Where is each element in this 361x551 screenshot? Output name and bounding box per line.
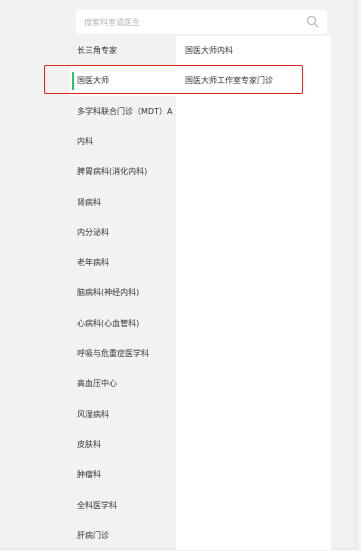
department-item[interactable]: 国医大师 — [70, 66, 176, 97]
department-item[interactable]: 肝病门诊 — [70, 521, 176, 551]
department-item[interactable]: 风湿病科 — [70, 400, 176, 430]
department-label: 肝病门诊 — [77, 530, 109, 540]
department-label: 脾胃病科(消化内科) — [77, 167, 148, 177]
department-label: 国医大师 — [77, 76, 109, 86]
sub-department-item[interactable]: 国医大师内科 — [185, 36, 233, 66]
department-item[interactable]: 呼吸与危重症医学科 — [70, 339, 176, 369]
department-label: 内分泌科 — [77, 227, 109, 237]
department-label: 风湿病科 — [77, 409, 109, 419]
department-label: 长三角专家 — [77, 46, 117, 55]
department-item[interactable]: 长三角专家 — [70, 36, 176, 66]
sub-department-panel: 国医大师内科 国医大师工作室专家门诊 — [176, 36, 331, 550]
department-item[interactable]: 肿瘤科 — [70, 460, 176, 490]
department-label: 高血压中心 — [77, 379, 117, 389]
department-label: 肿瘤科 — [77, 470, 101, 480]
sub-department-item[interactable]: 国医大师工作室专家门诊 — [185, 66, 273, 96]
department-item[interactable]: 脾胃病科(消化内科) — [70, 157, 176, 187]
department-item[interactable]: 心病科(心血管科) — [70, 309, 176, 339]
search-icon[interactable] — [306, 15, 319, 28]
department-label: 老年病科 — [77, 258, 109, 268]
department-item[interactable]: 内分泌科 — [70, 218, 176, 248]
department-label: 肾病科 — [77, 197, 101, 207]
department-label: 呼吸与危重症医学科 — [77, 349, 149, 358]
department-item[interactable]: 高血压中心 — [70, 369, 176, 399]
department-item[interactable]: 内科 — [70, 127, 176, 157]
department-item[interactable]: 全科医学科 — [70, 491, 176, 521]
active-indicator — [72, 72, 74, 91]
department-label: 皮肤科 — [77, 439, 101, 449]
department-label: 心病科(心血管科) — [77, 318, 140, 328]
department-list: 长三角专家国医大师多学科联合门诊（MDT）A 内科脾胃病科(消化内科) 肾病科内分泌… — [70, 36, 176, 550]
department-item[interactable]: 多学科联合门诊（MDT）A — [70, 97, 176, 127]
search-bar[interactable] — [76, 10, 327, 34]
department-item[interactable]: 老年病科 — [70, 248, 176, 278]
department-label: 全科医学科 — [77, 500, 117, 510]
department-label: 内科 — [77, 136, 93, 146]
department-item[interactable]: 肾病科 — [70, 188, 176, 218]
department-item[interactable]: 皮肤科 — [70, 430, 176, 460]
department-label: 脑病科(神经内科) — [77, 288, 140, 298]
department-label: 多学科联合门诊（MDT）A — [77, 106, 173, 116]
department-item[interactable]: 脑病科(神经内科) — [70, 278, 176, 308]
search-input[interactable] — [84, 10, 304, 34]
